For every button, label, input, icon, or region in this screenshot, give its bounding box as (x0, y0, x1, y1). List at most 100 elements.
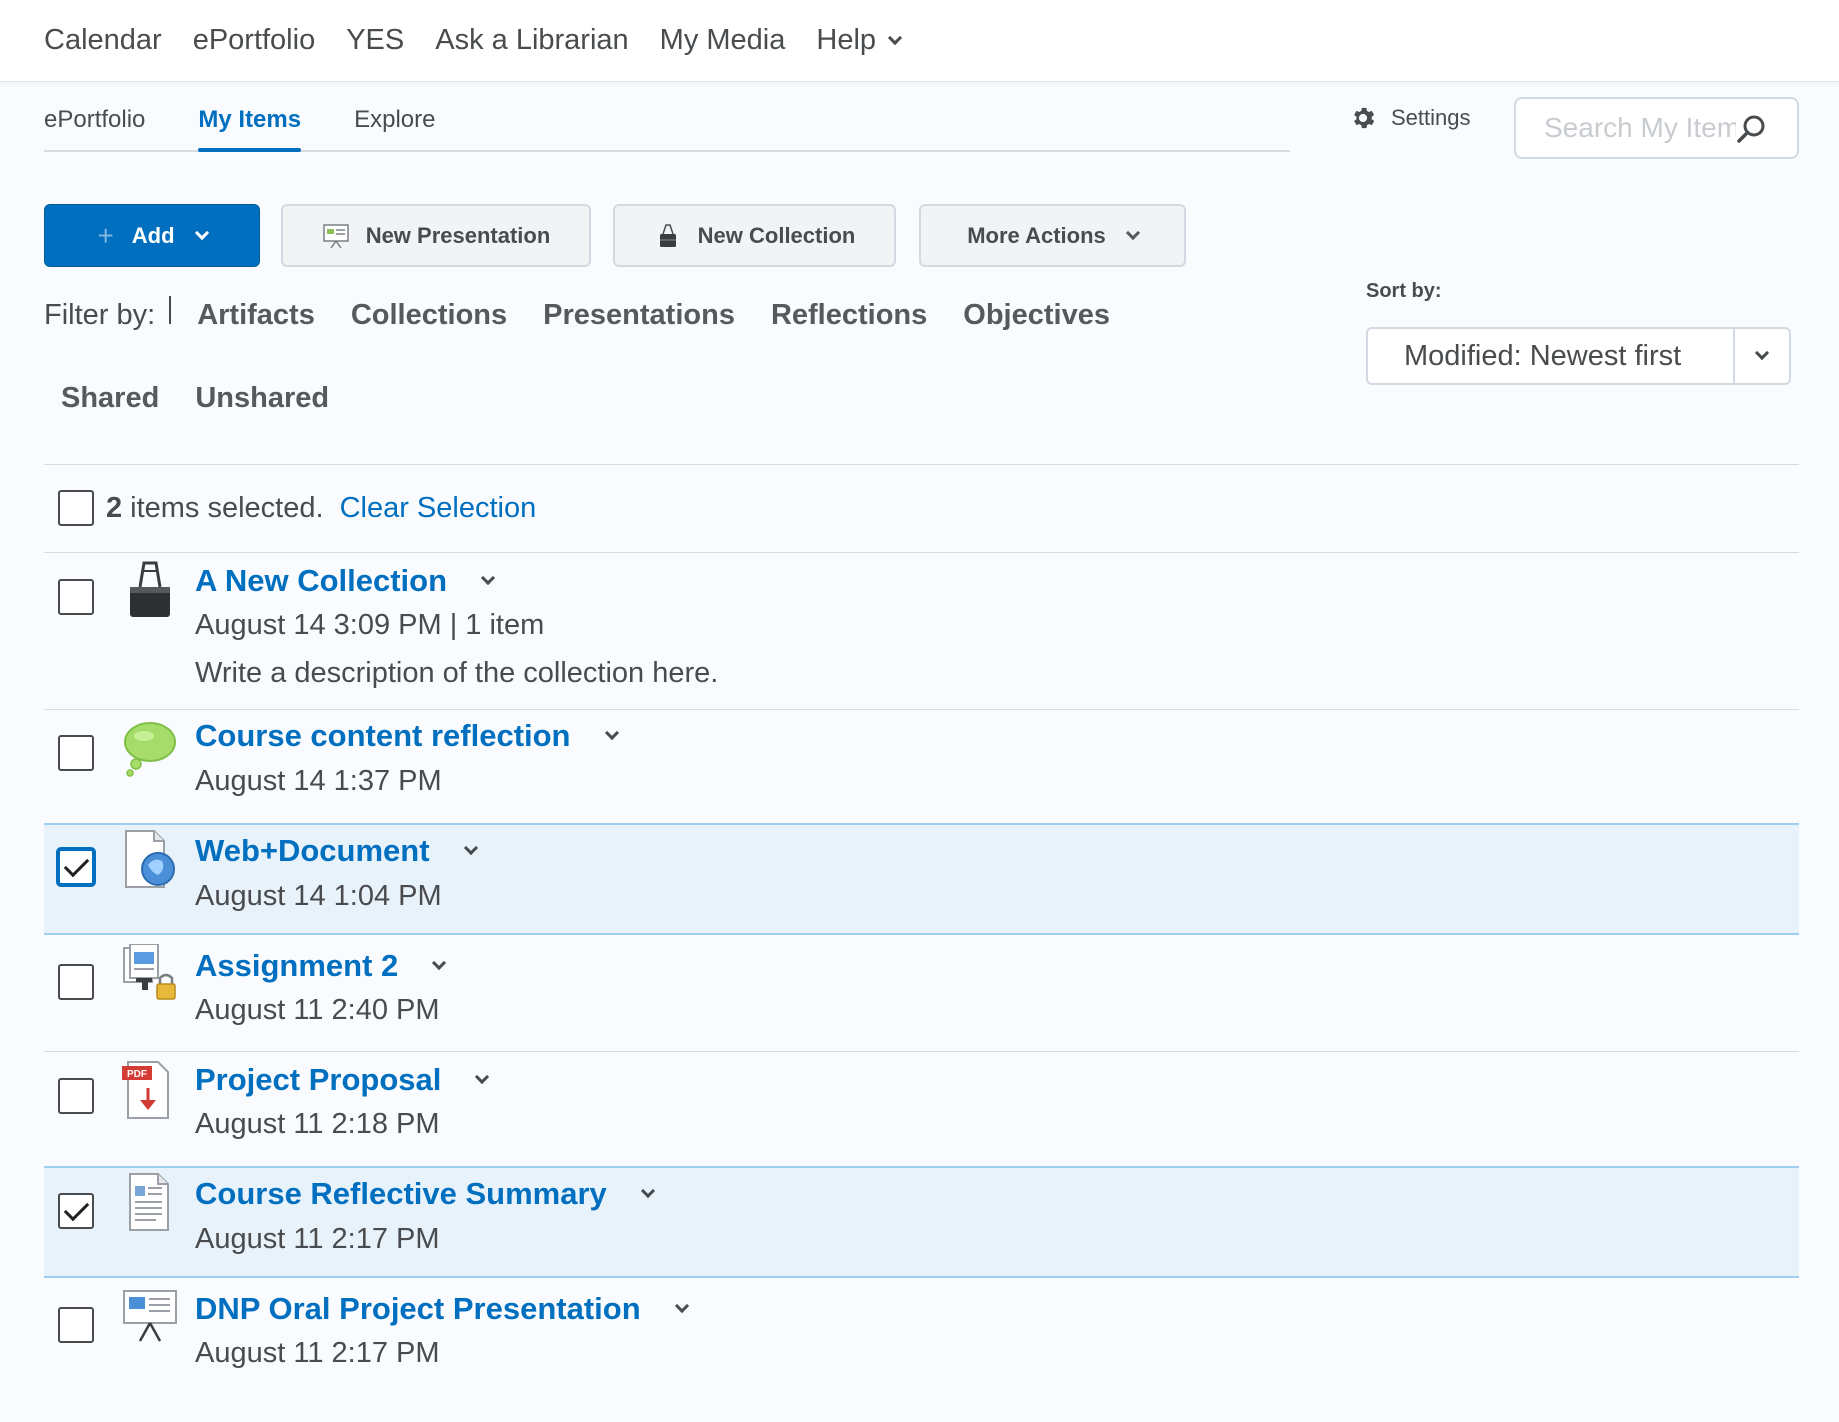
filter-bar-sharing: Shared Unshared (61, 382, 365, 415)
item-checkbox[interactable] (58, 849, 94, 885)
list-item: Course content reflection August 14 1:37… (44, 710, 1799, 823)
filter-collections[interactable]: Collections (351, 299, 507, 332)
item-title-wrap: A New Collection (195, 563, 496, 599)
list-divider (44, 464, 1799, 465)
selection-count: 2 (106, 491, 123, 524)
nav-calendar[interactable]: Calendar (44, 24, 162, 57)
nav-ask-a-librarian[interactable]: Ask a Librarian (435, 24, 628, 57)
item-title-wrap: Assignment 2 (195, 948, 447, 984)
filter-shared[interactable]: Shared (61, 382, 159, 415)
more-actions-button[interactable]: More Actions (919, 204, 1186, 267)
eportfolio-tabs: ePortfolio My Items Explore (44, 82, 1290, 152)
chevron-down-icon[interactable] (463, 840, 478, 856)
nav-yes[interactable]: YES (346, 24, 404, 57)
item-meta: August 11 2:17 PM (195, 1223, 440, 1255)
item-title-wrap: Course content reflection (195, 718, 619, 754)
item-checkbox[interactable] (58, 1307, 94, 1343)
sort-label: Sort by: (1366, 280, 1442, 302)
clear-selection-link[interactable]: Clear Selection (340, 492, 537, 525)
item-meta: August 14 1:37 PM (195, 765, 442, 797)
settings-label: Settings (1391, 105, 1471, 130)
item-meta: August 11 2:17 PM (195, 1337, 440, 1369)
new-collection-label: New Collection (697, 222, 856, 248)
item-checkbox[interactable] (58, 1078, 94, 1114)
tab-eportfolio[interactable]: ePortfolio (44, 106, 145, 150)
item-title[interactable]: Web+Document (195, 833, 430, 869)
selection-text: items selected. (130, 491, 324, 524)
item-title-wrap: DNP Oral Project Presentation (195, 1291, 689, 1327)
item-checkbox[interactable] (58, 964, 94, 1000)
list-item: A New Collection August 14 3:09 PM | 1 i… (44, 553, 1799, 709)
list-item: Web+Document August 14 1:04 PM (44, 823, 1799, 935)
item-title[interactable]: A New Collection (195, 563, 447, 599)
list-item: PDF Project Proposal August 11 2:18 PM (44, 1052, 1799, 1165)
item-title[interactable]: Course content reflection (195, 718, 571, 754)
list-item: DNP Oral Project Presentation August 11 … (44, 1281, 1799, 1394)
filter-artifacts[interactable]: Artifacts (197, 299, 315, 332)
chevron-down-icon[interactable] (475, 1069, 490, 1085)
top-navigation: Calendar ePortfolio YES Ask a Librarian … (0, 0, 1839, 82)
presentation-easel-icon (123, 1290, 177, 1342)
chevron-down-icon[interactable] (640, 1183, 655, 1199)
item-checkbox[interactable] (58, 579, 94, 615)
chevron-down-icon[interactable] (480, 570, 496, 586)
chevron-down-icon[interactable] (604, 725, 619, 741)
tab-explore[interactable]: Explore (354, 106, 435, 150)
item-checkbox[interactable] (58, 735, 94, 771)
item-title[interactable]: Assignment 2 (195, 948, 398, 984)
sort-value: Modified: Newest first (1404, 339, 1682, 372)
settings-link[interactable]: Settings (1349, 104, 1471, 132)
nav-eportfolio[interactable]: ePortfolio (193, 24, 316, 57)
text-document-icon (129, 1173, 169, 1231)
new-presentation-label: New Presentation (365, 222, 551, 248)
new-collection-button[interactable]: New Collection (613, 204, 896, 267)
chevron-down-icon (887, 30, 903, 45)
item-title-wrap: Project Proposal (195, 1062, 490, 1098)
pdf-file-icon: PDF (122, 1061, 169, 1119)
select-all-checkbox[interactable] (58, 490, 94, 526)
filter-presentations[interactable]: Presentations (543, 299, 735, 332)
chevron-down-icon[interactable] (674, 1298, 689, 1314)
filter-divider (169, 296, 172, 324)
presentation-icon (322, 223, 349, 248)
filter-label: Filter by: (44, 298, 156, 331)
item-title[interactable]: Project Proposal (195, 1062, 441, 1098)
filter-unshared[interactable]: Unshared (195, 382, 329, 415)
search-icon[interactable] (1735, 113, 1767, 145)
item-meta: August 11 2:40 PM (195, 994, 440, 1026)
item-title-wrap: Web+Document (195, 833, 478, 869)
item-title[interactable]: DNP Oral Project Presentation (195, 1291, 641, 1327)
locked-assignment-icon (123, 944, 176, 1000)
list-item: Assignment 2 August 11 2:40 PM (44, 938, 1799, 1051)
nav-help-label: Help (816, 24, 877, 56)
binder-clip-icon (659, 223, 676, 247)
filter-reflections[interactable]: Reflections (771, 299, 927, 332)
list-item: Course Reflective Summary August 11 2:17… (44, 1166, 1799, 1278)
tab-my-items[interactable]: My Items (198, 106, 301, 152)
nav-my-media[interactable]: My Media (660, 24, 786, 57)
sort-select[interactable]: Modified: Newest first (1366, 327, 1791, 385)
sort-dropdown-arrow (1733, 329, 1789, 383)
item-title-wrap: Course Reflective Summary (195, 1176, 655, 1212)
item-meta: August 11 2:18 PM (195, 1108, 440, 1140)
item-meta: August 14 1:04 PM (195, 880, 442, 912)
item-checkbox[interactable] (58, 1193, 94, 1229)
filter-objectives[interactable]: Objectives (963, 299, 1110, 332)
item-meta: August 14 3:09 PM | 1 item (195, 609, 545, 641)
add-button-label: Add (131, 222, 175, 248)
search-input[interactable] (1516, 112, 1736, 144)
plus-icon: + (97, 219, 114, 251)
binder-clip-icon (130, 561, 170, 617)
chevron-down-icon[interactable] (432, 955, 447, 971)
pdf-badge-glyph: PDF (127, 1069, 147, 1080)
add-button[interactable]: + Add (44, 204, 260, 267)
web-document-icon (125, 830, 175, 888)
chevron-down-icon (1754, 345, 1770, 361)
chevron-down-icon (1125, 225, 1140, 240)
chevron-down-icon (194, 225, 209, 240)
new-presentation-button[interactable]: New Presentation (281, 204, 591, 267)
item-title[interactable]: Course Reflective Summary (195, 1176, 607, 1212)
selection-bar: 2 items selected. Clear Selection (58, 490, 536, 526)
nav-help-menu[interactable]: Help (816, 24, 903, 57)
gear-icon (1354, 107, 1375, 129)
